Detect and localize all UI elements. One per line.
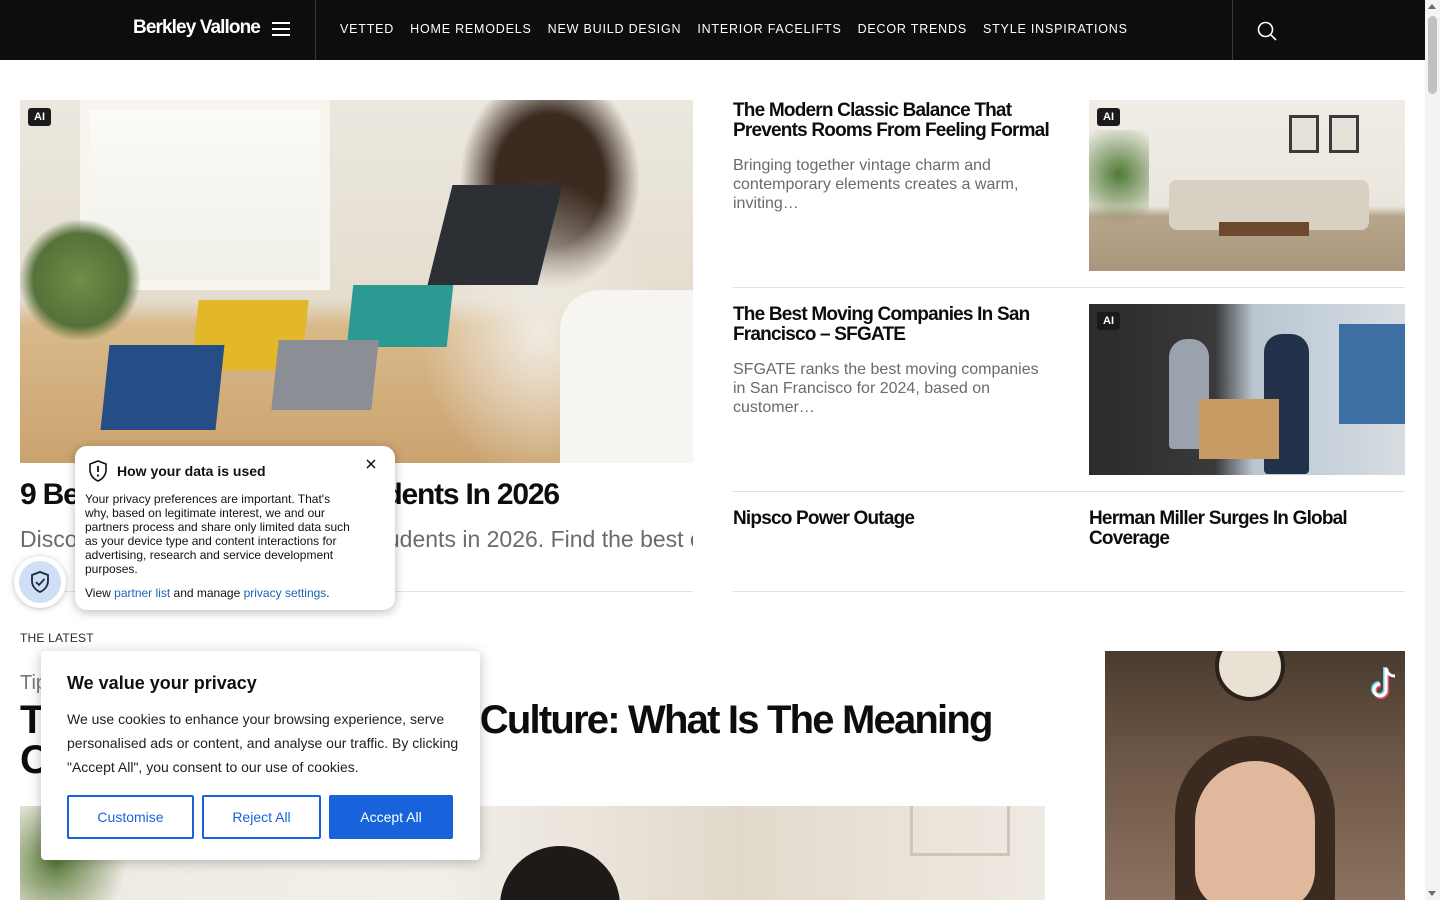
card-divider (733, 287, 1405, 288)
site-logo[interactable]: Berkley Vallone (133, 17, 261, 39)
living-image-table (1219, 222, 1309, 236)
latest-image-frame (910, 806, 1010, 856)
data-popup-links: View partner list and manage privacy set… (85, 586, 330, 600)
card-title[interactable]: The Best Moving Companies In San Francis… (733, 305, 1053, 345)
hero-image-bin-blue (100, 345, 225, 430)
nav-interior-facelifts[interactable]: INTERIOR FACELIFTS (697, 22, 841, 36)
video-thumbnail[interactable] (1105, 651, 1405, 900)
hero-image-bin-teal (346, 285, 454, 347)
cookie-consent-banner: We value your privacy We use cookies to … (41, 651, 480, 860)
living-image-frame (1289, 115, 1319, 153)
close-icon[interactable] (364, 457, 378, 471)
data-popup-middle-text: and manage (173, 586, 241, 600)
small-card-title[interactable]: Herman Miller Surges In Global Coverage (1089, 509, 1389, 549)
data-popup-view-text: View (85, 586, 111, 600)
data-usage-popup: How your data is used Your privacy prefe… (75, 446, 395, 610)
data-popup-body: Your privacy preferences are important. … (85, 492, 350, 576)
shield-check-icon (31, 571, 49, 593)
small-card-title[interactable]: Nipsco Power Outage (733, 509, 1053, 529)
accept-all-button[interactable]: Accept All (329, 795, 453, 839)
ai-badge: AI (28, 108, 51, 126)
hero-image-plant (20, 220, 140, 340)
tiktok-icon[interactable] (1367, 665, 1401, 703)
section-divider (733, 591, 1405, 592)
nav-home-remodels[interactable]: HOME REMODELS (410, 22, 532, 36)
page-scrollbar[interactable] (1425, 0, 1440, 900)
site-header: Berkley Vallone VETTED HOME REMODELS NEW… (0, 0, 1425, 60)
scroll-up-arrow-icon[interactable] (1428, 4, 1436, 9)
scroll-down-arrow-icon[interactable] (1428, 891, 1436, 896)
cookie-banner-title: We value your privacy (67, 673, 257, 693)
data-popup-suffix: . (326, 586, 330, 600)
data-popup-header: How your data is used (87, 459, 266, 483)
privacy-settings-button[interactable] (14, 556, 66, 608)
cookie-banner-text: We use cookies to enhance your browsing … (67, 711, 459, 775)
main-nav: VETTED HOME REMODELS NEW BUILD DESIGN IN… (340, 22, 1128, 36)
section-label: THE LATEST (20, 631, 94, 645)
header-divider (315, 0, 316, 60)
privacy-settings-link[interactable]: privacy settings (244, 586, 327, 600)
partner-list-link[interactable]: partner list (114, 586, 170, 600)
privacy-fab-inner (19, 561, 61, 603)
card-image-living-room[interactable]: AI (1089, 100, 1405, 271)
ai-badge: AI (1097, 108, 1120, 126)
nav-style-inspirations[interactable]: STYLE INSPIRATIONS (983, 22, 1128, 36)
movers-image-house (1339, 324, 1405, 424)
living-image-frame (1329, 115, 1359, 153)
video-image-face (1195, 761, 1315, 900)
latest-image-person (500, 846, 620, 900)
search-icon[interactable] (1256, 20, 1278, 42)
hero-image-laptop (427, 185, 563, 285)
hero-image[interactable]: AI (20, 100, 693, 463)
nav-decor-trends[interactable]: DECOR TRENDS (858, 22, 967, 36)
card-image-movers[interactable]: AI (1089, 304, 1405, 475)
data-popup-title: How your data is used (117, 463, 266, 479)
header-divider-right (1232, 0, 1233, 60)
movers-image-box (1199, 399, 1279, 459)
living-image-plant (1089, 130, 1149, 240)
reject-all-button[interactable]: Reject All (202, 795, 321, 839)
scrollbar-thumb[interactable] (1428, 16, 1437, 94)
video-image-clock (1215, 651, 1285, 701)
nav-new-build-design[interactable]: NEW BUILD DESIGN (548, 22, 682, 36)
shield-alert-icon (89, 460, 107, 482)
customise-button[interactable]: Customise (67, 795, 194, 839)
card-description: SFGATE ranks the best moving companies i… (733, 361, 1039, 416)
nav-vetted[interactable]: VETTED (340, 22, 394, 36)
card-description: Bringing together vintage charm and cont… (733, 157, 1019, 212)
ai-badge: AI (1097, 312, 1120, 330)
card-divider (733, 491, 1405, 492)
hamburger-menu-icon[interactable] (272, 22, 290, 38)
card-title[interactable]: The Modern Classic Balance That Prevents… (733, 101, 1053, 141)
hero-image-person (560, 290, 693, 463)
hero-image-bin-gray (271, 340, 379, 410)
